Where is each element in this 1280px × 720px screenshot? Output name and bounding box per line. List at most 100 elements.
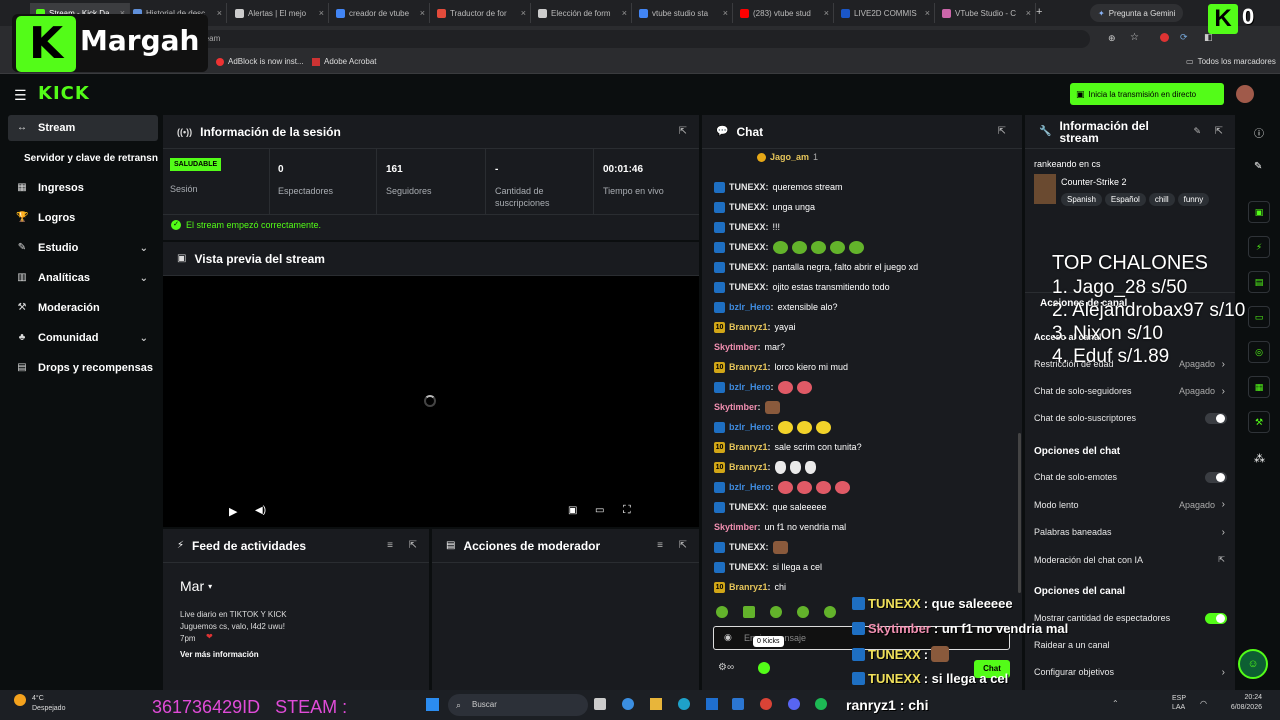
chat-message[interactable]: 10 Branryz1: chi: [714, 580, 786, 594]
address-field[interactable]: ream: [180, 30, 1090, 48]
bookmark-star-icon[interactable]: ☆: [1130, 32, 1139, 43]
close-tab-icon[interactable]: ×: [925, 8, 930, 18]
popout-icon[interactable]: ⇱: [679, 126, 687, 137]
sidebar-item-7[interactable]: ⚒ Moderación: [8, 295, 158, 321]
pinned-user[interactable]: Jago_am 1: [757, 152, 818, 162]
pip-icon[interactable]: ▣: [568, 505, 577, 516]
new-tab-button[interactable]: +: [1036, 6, 1042, 18]
chat-message[interactable]: TUNEXX:: [714, 240, 864, 254]
chat-username[interactable]: Branryz1: [729, 322, 768, 332]
pencil-icon[interactable]: ✎: [1254, 161, 1262, 172]
popout-icon[interactable]: ⇱: [1215, 126, 1223, 137]
emote-icon[interactable]: [797, 606, 809, 618]
rail-chat-icon[interactable]: ▭: [1248, 306, 1270, 328]
chat-message[interactable]: TUNEXX: queremos stream: [714, 180, 843, 194]
settings-icon[interactable]: ⚙∞: [718, 662, 734, 673]
setting-row[interactable]: Chat de solo-suscriptores: [1034, 411, 1229, 425]
app-icon[interactable]: [622, 698, 634, 710]
month-dropdown[interactable]: Mar ▾: [180, 578, 212, 594]
filter-icon[interactable]: ≡: [657, 540, 663, 551]
extension-icon[interactable]: [1160, 33, 1169, 42]
setting-row[interactable]: Palabras baneadas ›: [1034, 525, 1229, 539]
edit-icon[interactable]: ✎: [1193, 126, 1201, 137]
chat-username[interactable]: TUNEXX: [729, 222, 766, 232]
weather-icon[interactable]: [14, 694, 26, 706]
discord-icon[interactable]: [788, 698, 800, 710]
spotify-icon[interactable]: [815, 698, 827, 710]
rail-button-icon[interactable]: ▣: [1248, 201, 1270, 223]
setting-row[interactable]: Raidear a un canal: [1034, 638, 1229, 652]
chat-username[interactable]: Skytimber: [714, 522, 758, 532]
sidebar-item-1[interactable]: ↔ Stream: [8, 115, 158, 141]
browser-tab[interactable]: VTube Studio - C ×: [936, 3, 1036, 23]
browser-tab[interactable]: LIVE2D COMMIS ×: [835, 3, 935, 23]
clock-time[interactable]: 20:24: [1222, 694, 1262, 701]
bookmark-adblock[interactable]: AdBlock is now inst...: [216, 57, 304, 66]
emote-icon[interactable]: [743, 606, 755, 618]
chat-message[interactable]: TUNEXX: ojito estas transmitiendo todo: [714, 280, 890, 294]
chat-message[interactable]: 10 Branryz1: sale scrim con tunita?: [714, 440, 862, 454]
emote-icon[interactable]: [824, 606, 836, 618]
chat-message[interactable]: 10 Branryz1: lorco kiero mi mud: [714, 360, 848, 374]
info-icon[interactable]: ⓘ: [1254, 125, 1264, 140]
chat-message[interactable]: Skytimber:: [714, 400, 780, 414]
translate-icon[interactable]: ⊕: [1108, 33, 1116, 44]
chat-message[interactable]: TUNEXX: pantalla negra, falto abrir el ju…: [714, 260, 918, 274]
chat-username[interactable]: bzlr_Hero: [729, 382, 771, 392]
chat-message[interactable]: bzlr_Hero:: [714, 420, 831, 434]
chat-username[interactable]: bzlr_Hero: [729, 422, 771, 432]
support-button[interactable]: ☺: [1238, 649, 1268, 679]
popout-icon[interactable]: ⇱: [409, 540, 417, 551]
fullscreen-icon[interactable]: ⛶: [623, 504, 631, 517]
kick-coin-icon[interactable]: [758, 662, 770, 674]
chat-username[interactable]: TUNEXX: [729, 282, 766, 292]
close-tab-icon[interactable]: ×: [1026, 8, 1031, 18]
chat-username[interactable]: Skytimber: [714, 402, 758, 412]
browser-tab[interactable]: (283) vtube stud ×: [734, 3, 834, 23]
close-tab-icon[interactable]: ×: [521, 8, 526, 18]
layout-icon[interactable]: ⁂: [1254, 452, 1265, 465]
setting-row[interactable]: Chat de solo-emotes: [1034, 470, 1229, 484]
see-more-link[interactable]: Ver más información: [180, 650, 259, 659]
close-tab-icon[interactable]: ×: [622, 8, 627, 18]
rail-bolt-icon[interactable]: ⚡: [1248, 236, 1270, 258]
setting-row[interactable]: Configurar objetivos ›: [1034, 665, 1229, 679]
chat-message[interactable]: TUNEXX:!!!: [714, 220, 780, 234]
all-bookmarks[interactable]: ▭ Todos los marcadores: [1186, 57, 1276, 66]
setting-row[interactable]: Moderación del chat con IA ⇱: [1034, 553, 1229, 567]
rail-wrench-icon[interactable]: ⚒: [1248, 411, 1270, 433]
chat-username[interactable]: Branryz1: [729, 582, 768, 592]
language-indicator[interactable]: ESP LAA: [1172, 694, 1186, 712]
chat-message[interactable]: bzlr_Hero:: [714, 480, 850, 494]
task-view-icon[interactable]: [594, 698, 606, 710]
extension-icon[interactable]: ⟳: [1180, 32, 1188, 43]
sidebar-item-4[interactable]: 🏆 Logros: [8, 205, 158, 231]
chat-username[interactable]: TUNEXX: [729, 242, 766, 252]
chat-message[interactable]: Skytimber: mar?: [714, 340, 785, 354]
close-tab-icon[interactable]: ×: [420, 8, 425, 18]
toggle-switch[interactable]: [1205, 412, 1227, 424]
mail-icon[interactable]: [732, 698, 744, 710]
play-icon[interactable]: ▶: [229, 505, 237, 518]
kick-coin-icon[interactable]: ◉: [724, 632, 732, 643]
sidebar-item-6[interactable]: ▥ Analíticas ⌄: [8, 265, 158, 291]
filter-icon[interactable]: ≡: [387, 540, 393, 551]
emote-icon[interactable]: [770, 606, 782, 618]
browser-tab[interactable]: Alertas | El mejo ×: [229, 3, 329, 23]
avatar[interactable]: [1236, 85, 1254, 103]
chat-message[interactable]: TUNEXX: unga unga: [714, 200, 815, 214]
chat-message[interactable]: bzlr_Hero:: [714, 380, 812, 394]
chat-username[interactable]: TUNEXX: [729, 562, 766, 572]
menu-icon[interactable]: ☰: [14, 87, 27, 104]
volume-icon[interactable]: ◀): [255, 505, 266, 516]
store-icon[interactable]: [706, 698, 718, 710]
sidebar-item-2[interactable]: Servidor y clave de retransn: [8, 145, 160, 171]
close-tab-icon[interactable]: ×: [824, 8, 829, 18]
chat-username[interactable]: bzlr_Hero: [729, 482, 771, 492]
chat-username[interactable]: TUNEXX: [729, 202, 766, 212]
rail-broadcast-icon[interactable]: ◎: [1248, 341, 1270, 363]
chat-username[interactable]: TUNEXX: [729, 182, 766, 192]
setting-row[interactable]: Chat de solo-seguidores Apagado ›: [1034, 384, 1229, 398]
sidebar-item-9[interactable]: ▤ Drops y recompensas: [8, 355, 158, 381]
chat-username[interactable]: TUNEXX: [729, 542, 766, 552]
